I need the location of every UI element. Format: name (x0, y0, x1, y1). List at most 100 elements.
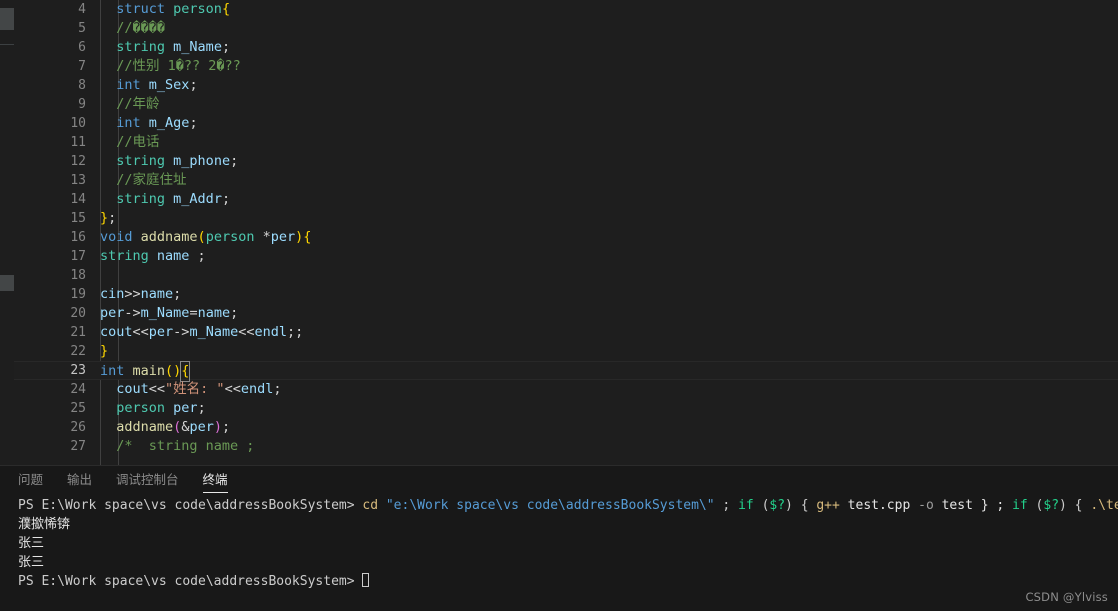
line-number: 14 (70, 192, 86, 207)
code-line[interactable]: 18 (14, 266, 1118, 285)
code-text: person per; (100, 399, 1118, 418)
code-line[interactable]: 26 addname(&per); (14, 418, 1118, 437)
code-token: int (100, 363, 133, 379)
code-line[interactable]: 8 int m_Sex; (14, 76, 1118, 95)
code-token: string (116, 153, 166, 169)
code-token: } (100, 343, 109, 359)
code-token: () (165, 363, 182, 379)
code-token: per (100, 305, 125, 321)
panel-tab-terminal[interactable]: 终端 (202, 466, 228, 494)
terminal-command-line: PS E:\Work space\vs code\addressBookSyst… (18, 496, 1118, 515)
code-text: string m_Addr; (100, 190, 1118, 209)
watermark: CSDN @Ylviss (1025, 590, 1108, 604)
terminal-text: 濮撳悕锛 (18, 517, 71, 532)
terminal-output-line: 张三 (18, 553, 1118, 572)
code-text: //性别 1�?? 2�?? (100, 57, 1118, 76)
terminal-text: test } ; (933, 498, 1013, 513)
terminal-text: ) { (1059, 498, 1091, 513)
code-token: /* string name ; (116, 438, 255, 454)
terminal-text: PS E:\Work space\vs code\addressBookSyst… (18, 498, 363, 513)
terminal-text: -o (918, 498, 934, 513)
code-text: //年龄 (100, 95, 1118, 114)
terminal-text: .\test (1090, 498, 1118, 513)
code-line[interactable]: 11 //电话 (14, 133, 1118, 152)
code-line[interactable]: 12 string m_phone; (14, 152, 1118, 171)
code-line[interactable]: 10 int m_Age; (14, 114, 1118, 133)
code-token: //年龄 (116, 96, 160, 112)
terminal-text: $? (1043, 498, 1060, 513)
code-token: cout (116, 381, 149, 397)
code-token: << (132, 324, 149, 340)
code-line[interactable]: 23 int main(){ (14, 361, 1118, 382)
line-number: 21 (70, 325, 86, 340)
code-token: m_Addr (165, 191, 222, 207)
code-line[interactable]: 17 string name ; (14, 247, 1118, 266)
code-token: = (189, 305, 198, 321)
code-token: ; (197, 400, 206, 416)
code-line[interactable]: 14 string m_Addr; (14, 190, 1118, 209)
code-token: m_phone (165, 153, 231, 169)
code-token: // (116, 20, 133, 36)
code-token: endl (240, 381, 274, 397)
code-line[interactable]: 24 cout<<"姓名: "<<endl; (14, 380, 1118, 399)
code-token: -> (173, 324, 190, 340)
terminal-output-line: 濮撳悕锛 (18, 515, 1118, 534)
code-lines-container[interactable]: 4 struct person{5 //���� 6 string m_Name;… (14, 0, 1118, 465)
terminal-text: test.cpp (839, 498, 919, 513)
code-text: }; (100, 209, 1118, 228)
code-line[interactable]: 25 person per; (14, 399, 1118, 418)
code-token: struct (116, 1, 174, 17)
code-line[interactable]: 22} (14, 342, 1118, 361)
code-line[interactable]: 4 struct person{ (14, 0, 1118, 19)
code-token: m_Age (140, 115, 190, 131)
code-line[interactable]: 6 string m_Name; (14, 38, 1118, 57)
line-number: 18 (70, 268, 86, 283)
line-number: 17 (70, 249, 86, 264)
line-number: 9 (78, 97, 86, 112)
code-token: person (173, 1, 222, 17)
panel-tab-item[interactable]: 输出 (67, 466, 92, 494)
code-line[interactable]: 7 //性别 1�?? 2�?? (14, 57, 1118, 76)
code-text: //家庭住址 (100, 171, 1118, 190)
code-line[interactable]: 16 void addname(person *per){ (14, 228, 1118, 247)
terminal-text: cd (362, 498, 386, 513)
code-text: addname(&per); (100, 418, 1118, 437)
code-token: //家庭住址 (116, 172, 187, 188)
code-token: << (224, 381, 241, 397)
code-line[interactable]: 19 cin>>name; (14, 285, 1118, 304)
code-token: ( (197, 229, 206, 245)
code-line[interactable]: 5 //���� (14, 19, 1118, 38)
code-line[interactable]: 13 //家庭住址 (14, 171, 1118, 190)
code-token: cin (100, 286, 125, 302)
terminal-text: ; (714, 498, 739, 513)
code-line[interactable]: 27 /* string name ; (14, 437, 1118, 456)
line-number: 11 (70, 135, 86, 150)
code-token: ; (221, 419, 231, 435)
code-text: /* string name ; (100, 437, 1118, 456)
code-line[interactable]: 9 //年龄 (14, 95, 1118, 114)
line-number: 25 (70, 401, 86, 416)
code-editor[interactable]: 4 struct person{5 //���� 6 string m_Name;… (0, 0, 1118, 465)
code-token: } (100, 210, 109, 226)
code-text: } (100, 342, 1118, 361)
code-line[interactable]: 15}; (14, 209, 1118, 228)
code-text: per->m_Name=name; (100, 304, 1118, 323)
code-text: int main(){ (100, 361, 1118, 382)
code-token: ; (189, 115, 198, 131)
line-number: 5 (78, 21, 86, 36)
code-token: per (148, 324, 174, 340)
terminal-view[interactable]: PS E:\Work space\vs code\addressBookSyst… (18, 496, 1118, 611)
panel-tab-item[interactable]: 调试控制台 (116, 466, 179, 494)
editor-overview-ruler[interactable] (0, 0, 14, 465)
code-token: string (100, 248, 149, 264)
code-line[interactable]: 20 per->m_Name=name; (14, 304, 1118, 323)
panel-tab-item[interactable]: 问题 (18, 466, 43, 494)
code-line[interactable]: 21 cout<<per->m_Name<<endl;; (14, 323, 1118, 342)
line-number: 13 (70, 173, 86, 188)
